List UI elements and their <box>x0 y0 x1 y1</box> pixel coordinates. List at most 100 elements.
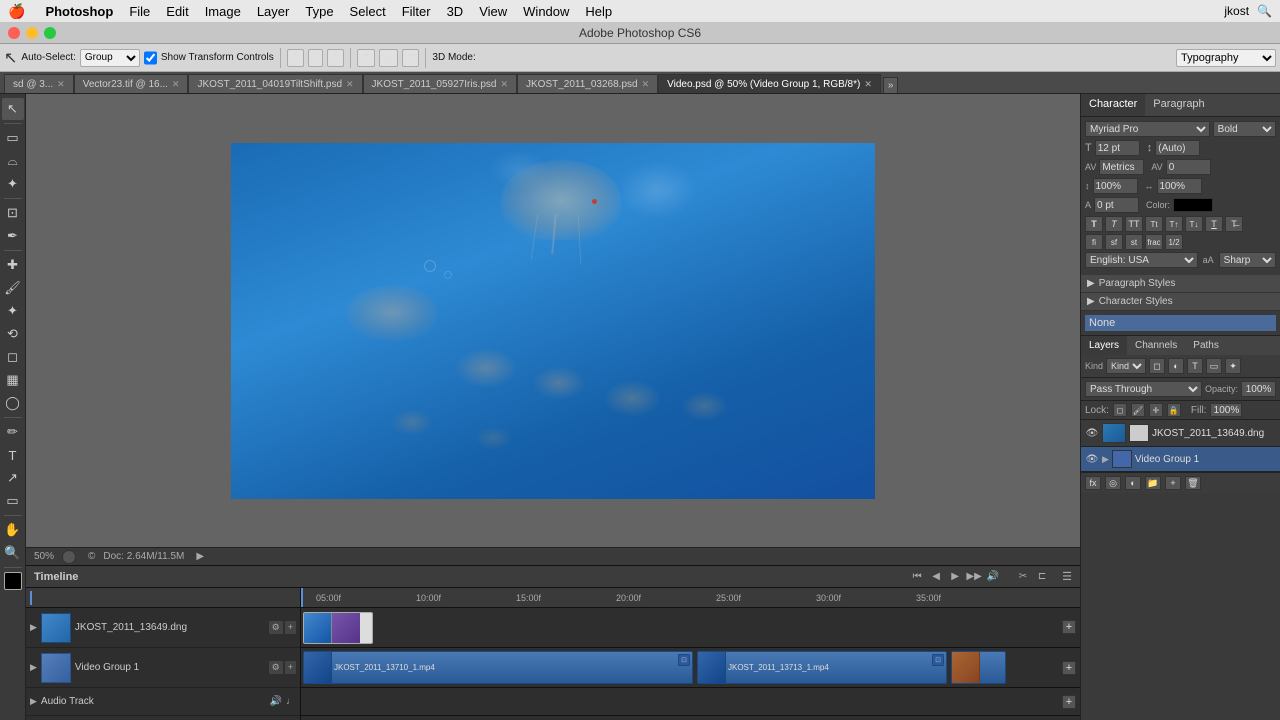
new-adj-btn[interactable]: ◐ <box>1125 476 1141 490</box>
window-controls[interactable] <box>8 27 56 39</box>
apple-menu[interactable]: 🍎 <box>8 3 25 20</box>
tab-layers[interactable]: Layers <box>1081 336 1127 355</box>
lasso-tool[interactable]: ⌓ <box>2 150 24 172</box>
opacity-input[interactable] <box>1241 381 1276 397</box>
color-swatch[interactable] <box>1173 198 1213 212</box>
style-none[interactable]: None <box>1085 315 1276 331</box>
vscale-input[interactable] <box>1093 178 1138 194</box>
track-add-1[interactable]: + <box>285 621 296 634</box>
align-bottom-btn[interactable]: ⬇ <box>327 49 345 67</box>
menu-layer[interactable]: Layer <box>249 0 298 22</box>
eyedropper-tool[interactable]: ✒ <box>2 225 24 247</box>
step-fwd-btn[interactable]: ▶▶ <box>966 570 982 584</box>
audio-note-icon[interactable]: ♩ <box>286 696 296 707</box>
menu-type[interactable]: Type <box>297 0 341 22</box>
font-size-input[interactable] <box>1095 140 1140 156</box>
tab-iris[interactable]: JKOST_2011_05927Iris.psd ✕ <box>363 74 517 93</box>
add-fx-btn[interactable]: fx <box>1085 476 1101 490</box>
language-select[interactable]: English: USA <box>1085 252 1198 268</box>
close-button[interactable] <box>8 27 20 39</box>
add-media-1[interactable]: + <box>1062 620 1076 634</box>
kerning-input[interactable] <box>1099 159 1144 175</box>
filter-shape[interactable]: ▭ <box>1206 358 1222 374</box>
kind-filter[interactable]: Kind <box>1106 358 1146 374</box>
style-allcaps[interactable]: TT <box>1125 216 1143 232</box>
auto-select-dropdown[interactable]: Group Layer <box>80 49 140 67</box>
style-ord[interactable]: 1/2 <box>1165 234 1183 250</box>
track-expand-2[interactable]: ▶ <box>30 662 37 673</box>
lock-image[interactable]: 🖌 <box>1131 403 1145 417</box>
filter-pixel[interactable]: ◻ <box>1149 358 1165 374</box>
add-audio[interactable]: + <box>1062 695 1076 709</box>
show-transform-checkbox[interactable] <box>144 49 157 67</box>
filter-type[interactable]: T <box>1187 358 1203 374</box>
split-btn[interactable]: ⊏ <box>1034 570 1050 584</box>
lock-transparent[interactable]: ◻ <box>1113 403 1127 417</box>
baseline-input[interactable] <box>1094 197 1139 213</box>
marquee-tool[interactable]: ▭ <box>2 127 24 149</box>
menu-3d[interactable]: 3D <box>439 0 472 22</box>
menu-photoshop[interactable]: Photoshop <box>37 0 121 22</box>
more-tabs-btn[interactable]: » <box>883 77 899 93</box>
lock-position[interactable]: ✛ <box>1149 403 1163 417</box>
crop-tool[interactable]: ⊡ <box>2 202 24 224</box>
brush-tool[interactable]: 🖌 <box>2 277 24 299</box>
step-back-btn[interactable]: ◀ <box>928 570 944 584</box>
clone-tool[interactable]: ✦ <box>2 300 24 322</box>
search-icon[interactable]: 🔍 <box>1257 4 1272 18</box>
clip-small[interactable] <box>951 651 1006 684</box>
healing-tool[interactable]: ✚ <box>2 254 24 276</box>
menu-image[interactable]: Image <box>197 0 249 22</box>
track-settings-1[interactable]: ⚙ <box>269 621 283 634</box>
add-media-2[interactable]: + <box>1062 661 1076 675</box>
style-sub[interactable]: T↓ <box>1185 216 1203 232</box>
history-tool[interactable]: ⟲ <box>2 323 24 345</box>
tab-close-tiltshift[interactable]: ✕ <box>346 79 354 90</box>
style-alt[interactable]: sf <box>1105 234 1123 250</box>
menu-view[interactable]: View <box>471 0 515 22</box>
goto-start-btn[interactable]: ⏮ <box>909 570 925 584</box>
maximize-button[interactable] <box>44 27 56 39</box>
align-hcenter-btn[interactable]: ↔ <box>379 49 398 67</box>
align-right-btn[interactable]: ➡ <box>402 49 420 67</box>
style-strike[interactable]: T̶ <box>1225 216 1243 232</box>
layer-vis-dng[interactable]: 👁 <box>1085 426 1099 440</box>
hand-tool[interactable]: ✋ <box>2 519 24 541</box>
tab-video[interactable]: Video.psd @ 50% (Video Group 1, RGB/8*) … <box>658 74 881 93</box>
workspace-select[interactable]: Typography Essentials Design <box>1176 49 1276 67</box>
new-layer-btn[interactable]: + <box>1165 476 1181 490</box>
clip-initial[interactable] <box>303 612 373 644</box>
menu-help[interactable]: Help <box>577 0 620 22</box>
tab-character[interactable]: Character <box>1081 94 1145 116</box>
style-liga[interactable]: fi <box>1085 234 1103 250</box>
fill-input[interactable] <box>1210 403 1242 417</box>
minimize-button[interactable] <box>26 27 38 39</box>
font-style-select[interactable]: Bold Regular Italic <box>1213 121 1276 137</box>
style-frac[interactable]: frac <box>1145 234 1163 250</box>
tab-close-video[interactable]: ✕ <box>864 79 872 90</box>
tab-paths[interactable]: Paths <box>1185 336 1227 355</box>
layer-item-group[interactable]: 👁 ▶ Video Group 1 <box>1081 447 1280 472</box>
character-styles-header[interactable]: ▶ Character Styles <box>1081 293 1280 311</box>
tab-close-03268[interactable]: ✕ <box>642 79 650 90</box>
align-vcenter-btn[interactable]: ↕ <box>308 49 323 67</box>
tab-close-vector[interactable]: ✕ <box>172 79 180 90</box>
move-tool[interactable]: ↖ <box>2 98 24 120</box>
play-btn[interactable]: ▶ <box>947 570 963 584</box>
gradient-tool[interactable]: ▦ <box>2 369 24 391</box>
align-left-btn[interactable]: ⬅ <box>357 49 375 67</box>
paragraph-styles-header[interactable]: ▶ Paragraph Styles <box>1081 275 1280 293</box>
add-mask-btn[interactable]: ◎ <box>1105 476 1121 490</box>
antialiasing-select[interactable]: Sharp Crisp Strong Smooth <box>1219 252 1276 268</box>
play-button[interactable]: ▶ <box>196 551 204 562</box>
style-oldstyle[interactable]: st <box>1125 234 1143 250</box>
layer-item-dng[interactable]: 👁 JKOST_2011_13649.dng <box>1081 420 1280 447</box>
audio-expand[interactable]: ▶ <box>30 696 37 707</box>
menu-edit[interactable]: Edit <box>158 0 196 22</box>
track-add-2[interactable]: + <box>285 661 296 674</box>
tab-paragraph[interactable]: Paragraph <box>1145 94 1212 116</box>
leading-input[interactable] <box>1155 140 1200 156</box>
delete-layer-btn[interactable]: 🗑 <box>1185 476 1201 490</box>
tab-sd[interactable]: sd @ 3... ✕ <box>4 74 74 93</box>
group-expand-icon[interactable]: ▶ <box>1102 454 1109 465</box>
